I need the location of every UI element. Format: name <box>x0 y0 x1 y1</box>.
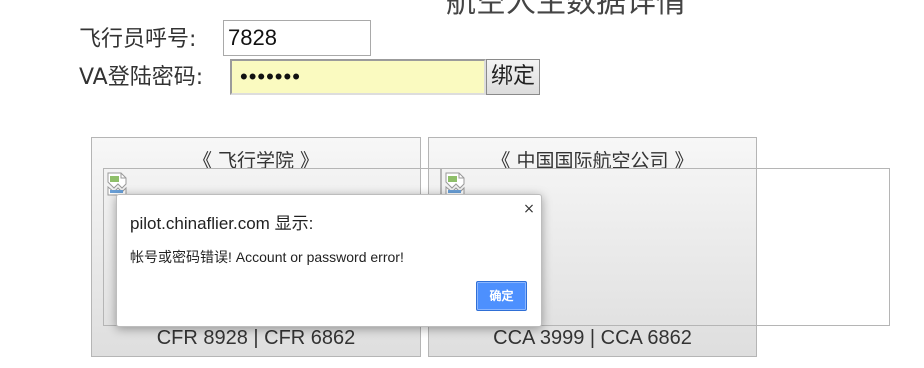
bind-button[interactable]: 绑定 <box>486 59 540 95</box>
password-label: VA登陆密码: <box>79 65 204 90</box>
dialog-message: 帐号或密码错误! Account or password error! <box>130 249 404 265</box>
ok-button[interactable]: 确定 <box>476 281 527 311</box>
card-callsigns: CFR 8928 | CFR 6862 <box>156 327 356 349</box>
callsign-label: 飞行员呼号: <box>79 27 197 52</box>
page-title: 航空人生数据详情 <box>446 0 686 20</box>
broken-image-icon <box>445 172 465 196</box>
callsign-input[interactable]: 7828 <box>223 20 371 56</box>
card-callsigns: CCA 3999 | CCA 6862 <box>493 327 692 349</box>
password-input[interactable]: ••••••• <box>230 59 486 95</box>
broken-image-icon <box>107 172 127 196</box>
dialog-title: pilot.chinaflier.com 显示: <box>130 214 314 233</box>
alert-dialog: pilot.chinaflier.com 显示: × 帐号或密码错误! Acco… <box>116 194 542 327</box>
close-icon[interactable]: × <box>522 201 536 217</box>
page: 航空人生数据详情 飞行员呼号: 7828 VA登陆密码: ••••••• 绑定 … <box>0 0 924 368</box>
